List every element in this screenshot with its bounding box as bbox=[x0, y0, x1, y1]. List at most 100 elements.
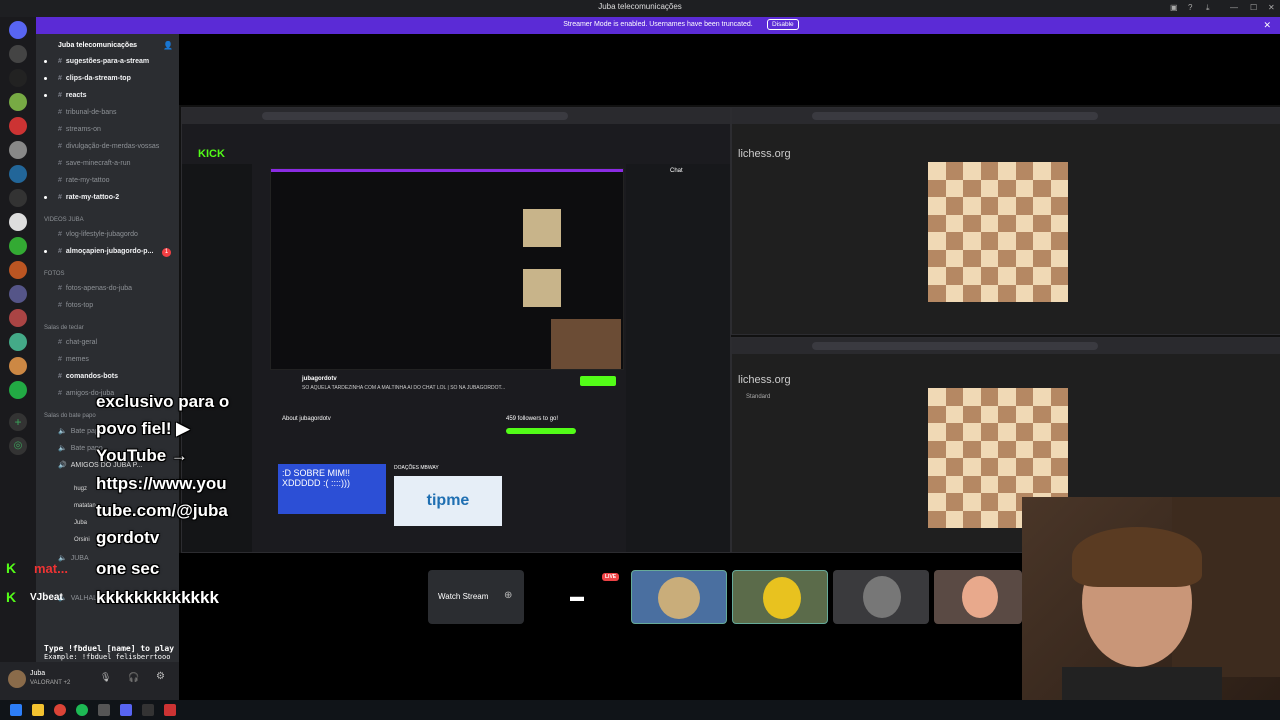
board-square[interactable] bbox=[945, 284, 963, 302]
board-square[interactable] bbox=[980, 475, 998, 493]
board-square[interactable] bbox=[1033, 197, 1051, 215]
board-square[interactable] bbox=[945, 214, 963, 232]
server-icon[interactable] bbox=[9, 309, 27, 327]
channel-item[interactable]: # streams-on bbox=[58, 126, 101, 133]
server-icon[interactable] bbox=[9, 333, 27, 351]
board-square[interactable] bbox=[945, 475, 963, 493]
channel-item[interactable]: # clips-da-stream-top bbox=[44, 75, 131, 82]
board-square[interactable] bbox=[1033, 284, 1051, 302]
board-square[interactable] bbox=[1015, 249, 1033, 267]
board-square[interactable] bbox=[1015, 458, 1033, 476]
participant-tile[interactable] bbox=[732, 570, 828, 624]
board-square[interactable] bbox=[945, 162, 963, 180]
board-square[interactable] bbox=[963, 179, 981, 197]
board-square[interactable] bbox=[980, 197, 998, 215]
board-square[interactable] bbox=[998, 493, 1016, 511]
close-banner-icon[interactable]: ✕ bbox=[1263, 20, 1271, 31]
board-square[interactable] bbox=[928, 284, 946, 302]
board-square[interactable] bbox=[998, 423, 1016, 441]
board-square[interactable] bbox=[945, 179, 963, 197]
board-square[interactable] bbox=[963, 440, 981, 458]
board-square[interactable] bbox=[928, 232, 946, 250]
participant-tile[interactable] bbox=[631, 570, 727, 624]
avatar[interactable] bbox=[8, 670, 26, 688]
spotify-icon[interactable] bbox=[76, 704, 88, 716]
board-square[interactable] bbox=[998, 267, 1016, 285]
headphones-icon[interactable]: 🎧 bbox=[128, 672, 139, 683]
category-header[interactable]: Salas de teclar bbox=[44, 325, 84, 331]
watch-stream-tile[interactable]: Watch Stream ⊕ bbox=[428, 570, 524, 624]
channel-item[interactable]: # almoçapien-jubagordo-p... bbox=[44, 248, 153, 255]
board-square[interactable] bbox=[1015, 284, 1033, 302]
board-square[interactable] bbox=[998, 162, 1016, 180]
board-square[interactable] bbox=[998, 440, 1016, 458]
channel-item[interactable]: # rate-my-tattoo bbox=[58, 177, 109, 184]
board-square[interactable] bbox=[928, 423, 946, 441]
channel-item[interactable]: # tribunal-de-bans bbox=[58, 109, 117, 116]
board-square[interactable] bbox=[945, 388, 963, 406]
add-member-icon[interactable]: 👤 bbox=[163, 41, 173, 50]
board-square[interactable] bbox=[980, 388, 998, 406]
board-square[interactable] bbox=[928, 267, 946, 285]
board-square[interactable] bbox=[928, 440, 946, 458]
board-square[interactable] bbox=[928, 388, 946, 406]
board-square[interactable] bbox=[1015, 267, 1033, 285]
discord-icon[interactable] bbox=[120, 704, 132, 716]
board-square[interactable] bbox=[945, 510, 963, 528]
help-icon[interactable]: ? bbox=[1188, 3, 1192, 12]
board-square[interactable] bbox=[1050, 388, 1068, 406]
disable-button[interactable]: Disable bbox=[767, 19, 799, 30]
board-square[interactable] bbox=[1033, 179, 1051, 197]
address-bar[interactable] bbox=[812, 342, 1098, 350]
board-square[interactable] bbox=[1033, 475, 1051, 493]
board-square[interactable] bbox=[1050, 284, 1068, 302]
participant-tile[interactable]: ▬ LIVE bbox=[530, 570, 626, 624]
board-square[interactable] bbox=[980, 214, 998, 232]
board-square[interactable] bbox=[945, 197, 963, 215]
board-square[interactable] bbox=[963, 267, 981, 285]
board-square[interactable] bbox=[963, 493, 981, 511]
board-square[interactable] bbox=[928, 475, 946, 493]
chrome-icon[interactable] bbox=[54, 704, 66, 716]
app-icon[interactable] bbox=[164, 704, 176, 716]
windows-start-icon[interactable] bbox=[10, 704, 22, 716]
category-header[interactable]: FOTOS bbox=[44, 271, 65, 277]
board-square[interactable] bbox=[1033, 458, 1051, 476]
stream-video[interactable] bbox=[270, 168, 624, 370]
board-square[interactable] bbox=[963, 388, 981, 406]
board-square[interactable] bbox=[980, 510, 998, 528]
channel-item[interactable]: # chat-geral bbox=[58, 339, 97, 346]
board-square[interactable] bbox=[963, 405, 981, 423]
server-icon[interactable] bbox=[9, 213, 27, 231]
board-square[interactable] bbox=[928, 493, 946, 511]
server-icon[interactable] bbox=[9, 261, 27, 279]
tipme-panel[interactable]: tipme bbox=[394, 476, 502, 526]
board-square[interactable] bbox=[980, 493, 998, 511]
board-square[interactable] bbox=[980, 249, 998, 267]
board-square[interactable] bbox=[945, 405, 963, 423]
board-square[interactable] bbox=[963, 510, 981, 528]
board-square[interactable] bbox=[998, 458, 1016, 476]
board-square[interactable] bbox=[945, 249, 963, 267]
board-square[interactable] bbox=[1050, 249, 1068, 267]
board-square[interactable] bbox=[1033, 405, 1051, 423]
board-square[interactable] bbox=[928, 249, 946, 267]
board-square[interactable] bbox=[1050, 458, 1068, 476]
board-square[interactable] bbox=[980, 458, 998, 476]
board-square[interactable] bbox=[1033, 267, 1051, 285]
board-square[interactable] bbox=[928, 510, 946, 528]
board-square[interactable] bbox=[928, 197, 946, 215]
board-square[interactable] bbox=[1015, 162, 1033, 180]
server-icon[interactable] bbox=[9, 93, 27, 111]
download-icon[interactable]: ⤓ bbox=[1206, 3, 1210, 13]
board-square[interactable] bbox=[1015, 232, 1033, 250]
channel-item[interactable]: # rate-my-tattoo-2 bbox=[44, 194, 119, 201]
kick-channel-name[interactable]: jubagordotv bbox=[302, 376, 337, 382]
board-square[interactable] bbox=[1033, 423, 1051, 441]
board-square[interactable] bbox=[1050, 197, 1068, 215]
chess-board[interactable] bbox=[928, 162, 1068, 302]
board-square[interactable] bbox=[1015, 440, 1033, 458]
board-square[interactable] bbox=[980, 267, 998, 285]
participant-tile[interactable] bbox=[833, 570, 929, 624]
inbox-icon[interactable]: ▣ bbox=[1170, 3, 1178, 12]
